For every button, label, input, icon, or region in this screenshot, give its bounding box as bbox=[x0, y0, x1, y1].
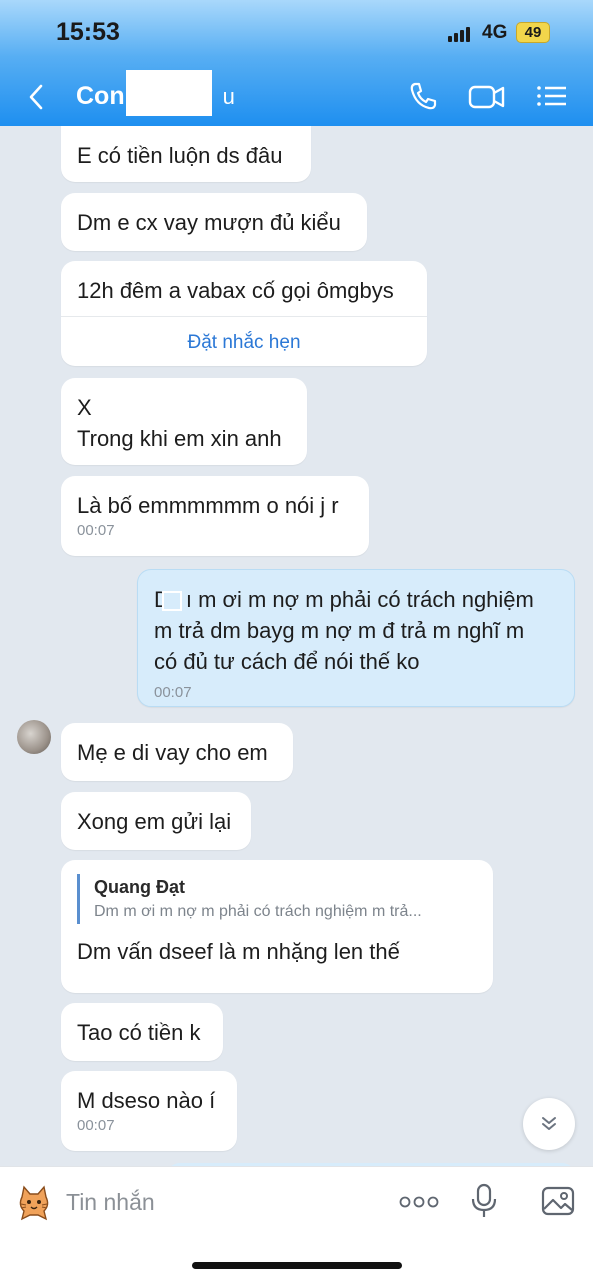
chat-title-suffix: u bbox=[222, 84, 235, 109]
text-redaction bbox=[161, 591, 182, 612]
sticker-button[interactable] bbox=[12, 1181, 56, 1225]
avatar[interactable] bbox=[17, 720, 51, 754]
more-options-button[interactable] bbox=[398, 1189, 440, 1215]
network-type: 4G bbox=[482, 22, 508, 43]
message-bubble[interactable]: Tao có tiền k bbox=[61, 1003, 223, 1061]
sent-message-bubble[interactable]: Dı m ơi m nợ m phải có trách nghiệm m tr… bbox=[137, 569, 575, 707]
list-menu-icon bbox=[537, 86, 566, 106]
send-image-button[interactable] bbox=[540, 1183, 576, 1219]
status-time: 15:53 bbox=[56, 18, 120, 46]
message-bubble[interactable]: Quang Đạt Dm m ơi m nợ m phải có trách n… bbox=[61, 860, 493, 993]
message-text: Là bố emmmmmm o nói j r bbox=[77, 493, 339, 518]
message-text: Mẹ e di vay cho em bbox=[77, 740, 268, 765]
message-text-line: m trả dm bayg m nợ m đ trả m nghĩ m bbox=[154, 618, 525, 643]
more-dots-icon bbox=[399, 1196, 439, 1208]
battery-level: 49 bbox=[516, 22, 550, 43]
message-time: 00:07 bbox=[77, 1117, 115, 1134]
call-button[interactable] bbox=[407, 80, 441, 114]
phone-icon bbox=[410, 82, 437, 110]
back-button[interactable] bbox=[28, 80, 52, 114]
message-bubble[interactable]: X Trong khi em xin anh bbox=[61, 378, 307, 465]
message-text: Dm vấn dseef là m nhặng len thế bbox=[77, 939, 400, 964]
microphone-icon bbox=[471, 1183, 497, 1217]
double-chevron-down-icon bbox=[542, 1117, 556, 1130]
message-bubble[interactable]: Xong em gửi lại bbox=[61, 792, 251, 850]
signal-icon bbox=[448, 24, 470, 42]
video-camera-icon bbox=[468, 85, 505, 109]
set-reminder-link[interactable]: Đặt nhắc hẹn bbox=[77, 317, 411, 358]
message-bubble[interactable]: M dseso nào í 00:07 bbox=[61, 1071, 237, 1151]
chat-title-name: Con bbox=[76, 82, 125, 110]
message-text: Dm e cx vay mượn đủ kiểu bbox=[77, 210, 341, 235]
message-text: M dseso nào í bbox=[77, 1088, 216, 1113]
message-text: Dı m ơi m nợ m phải có trách nghiệm bbox=[154, 584, 558, 615]
message-text: E có tiền luộn ds đâu bbox=[77, 143, 283, 168]
cat-sticker-icon bbox=[19, 1185, 49, 1221]
message-text: Xong em gửi lại bbox=[77, 809, 232, 834]
message-text: 12h đêm a vabax cố gọi ômgbys bbox=[77, 278, 394, 303]
video-call-button[interactable] bbox=[467, 80, 507, 114]
quoted-text: Dm m ơi m nợ m phải có trách nghiệm m tr… bbox=[94, 903, 422, 920]
message-bubble[interactable]: Là bố emmmmmm o nói j r 00:07 bbox=[61, 476, 369, 556]
home-indicator bbox=[192, 1262, 402, 1269]
message-bubble[interactable]: 12h đêm a vabax cố gọi ômgbys Đặt nhắc h… bbox=[61, 261, 427, 366]
quoted-sender: Quang Đạt bbox=[94, 877, 186, 897]
chevron-left-icon bbox=[29, 84, 43, 110]
message-bubble[interactable]: Mẹ e di vay cho em bbox=[61, 723, 293, 781]
message-text: Tao có tiền k bbox=[77, 1020, 201, 1045]
voice-message-button[interactable] bbox=[470, 1183, 498, 1219]
message-text-line: có đủ tư cách để nói thế ko bbox=[154, 649, 420, 674]
message-input[interactable] bbox=[66, 1185, 366, 1219]
scroll-to-bottom-button[interactable] bbox=[523, 1098, 575, 1150]
message-bubble[interactable]: Dm e cx vay mượn đủ kiểu bbox=[61, 193, 367, 251]
chat-menu-button[interactable] bbox=[535, 80, 569, 114]
message-bubble[interactable]: E có tiền luộn ds đâu bbox=[61, 126, 311, 182]
image-icon bbox=[541, 1186, 575, 1216]
message-text: X bbox=[77, 395, 92, 420]
name-redaction bbox=[126, 70, 212, 116]
message-text-line: ı m ơi m nợ m phải có trách nghiệm bbox=[185, 587, 534, 612]
message-text: Trong khi em xin anh bbox=[77, 426, 282, 451]
message-time: 00:07 bbox=[77, 522, 115, 539]
quoted-message[interactable]: Quang Đạt Dm m ơi m nợ m phải có trách n… bbox=[77, 874, 477, 924]
message-time: 00:07 bbox=[154, 684, 192, 701]
chat-header: 15:53 4G 49 Con u bbox=[0, 0, 593, 126]
